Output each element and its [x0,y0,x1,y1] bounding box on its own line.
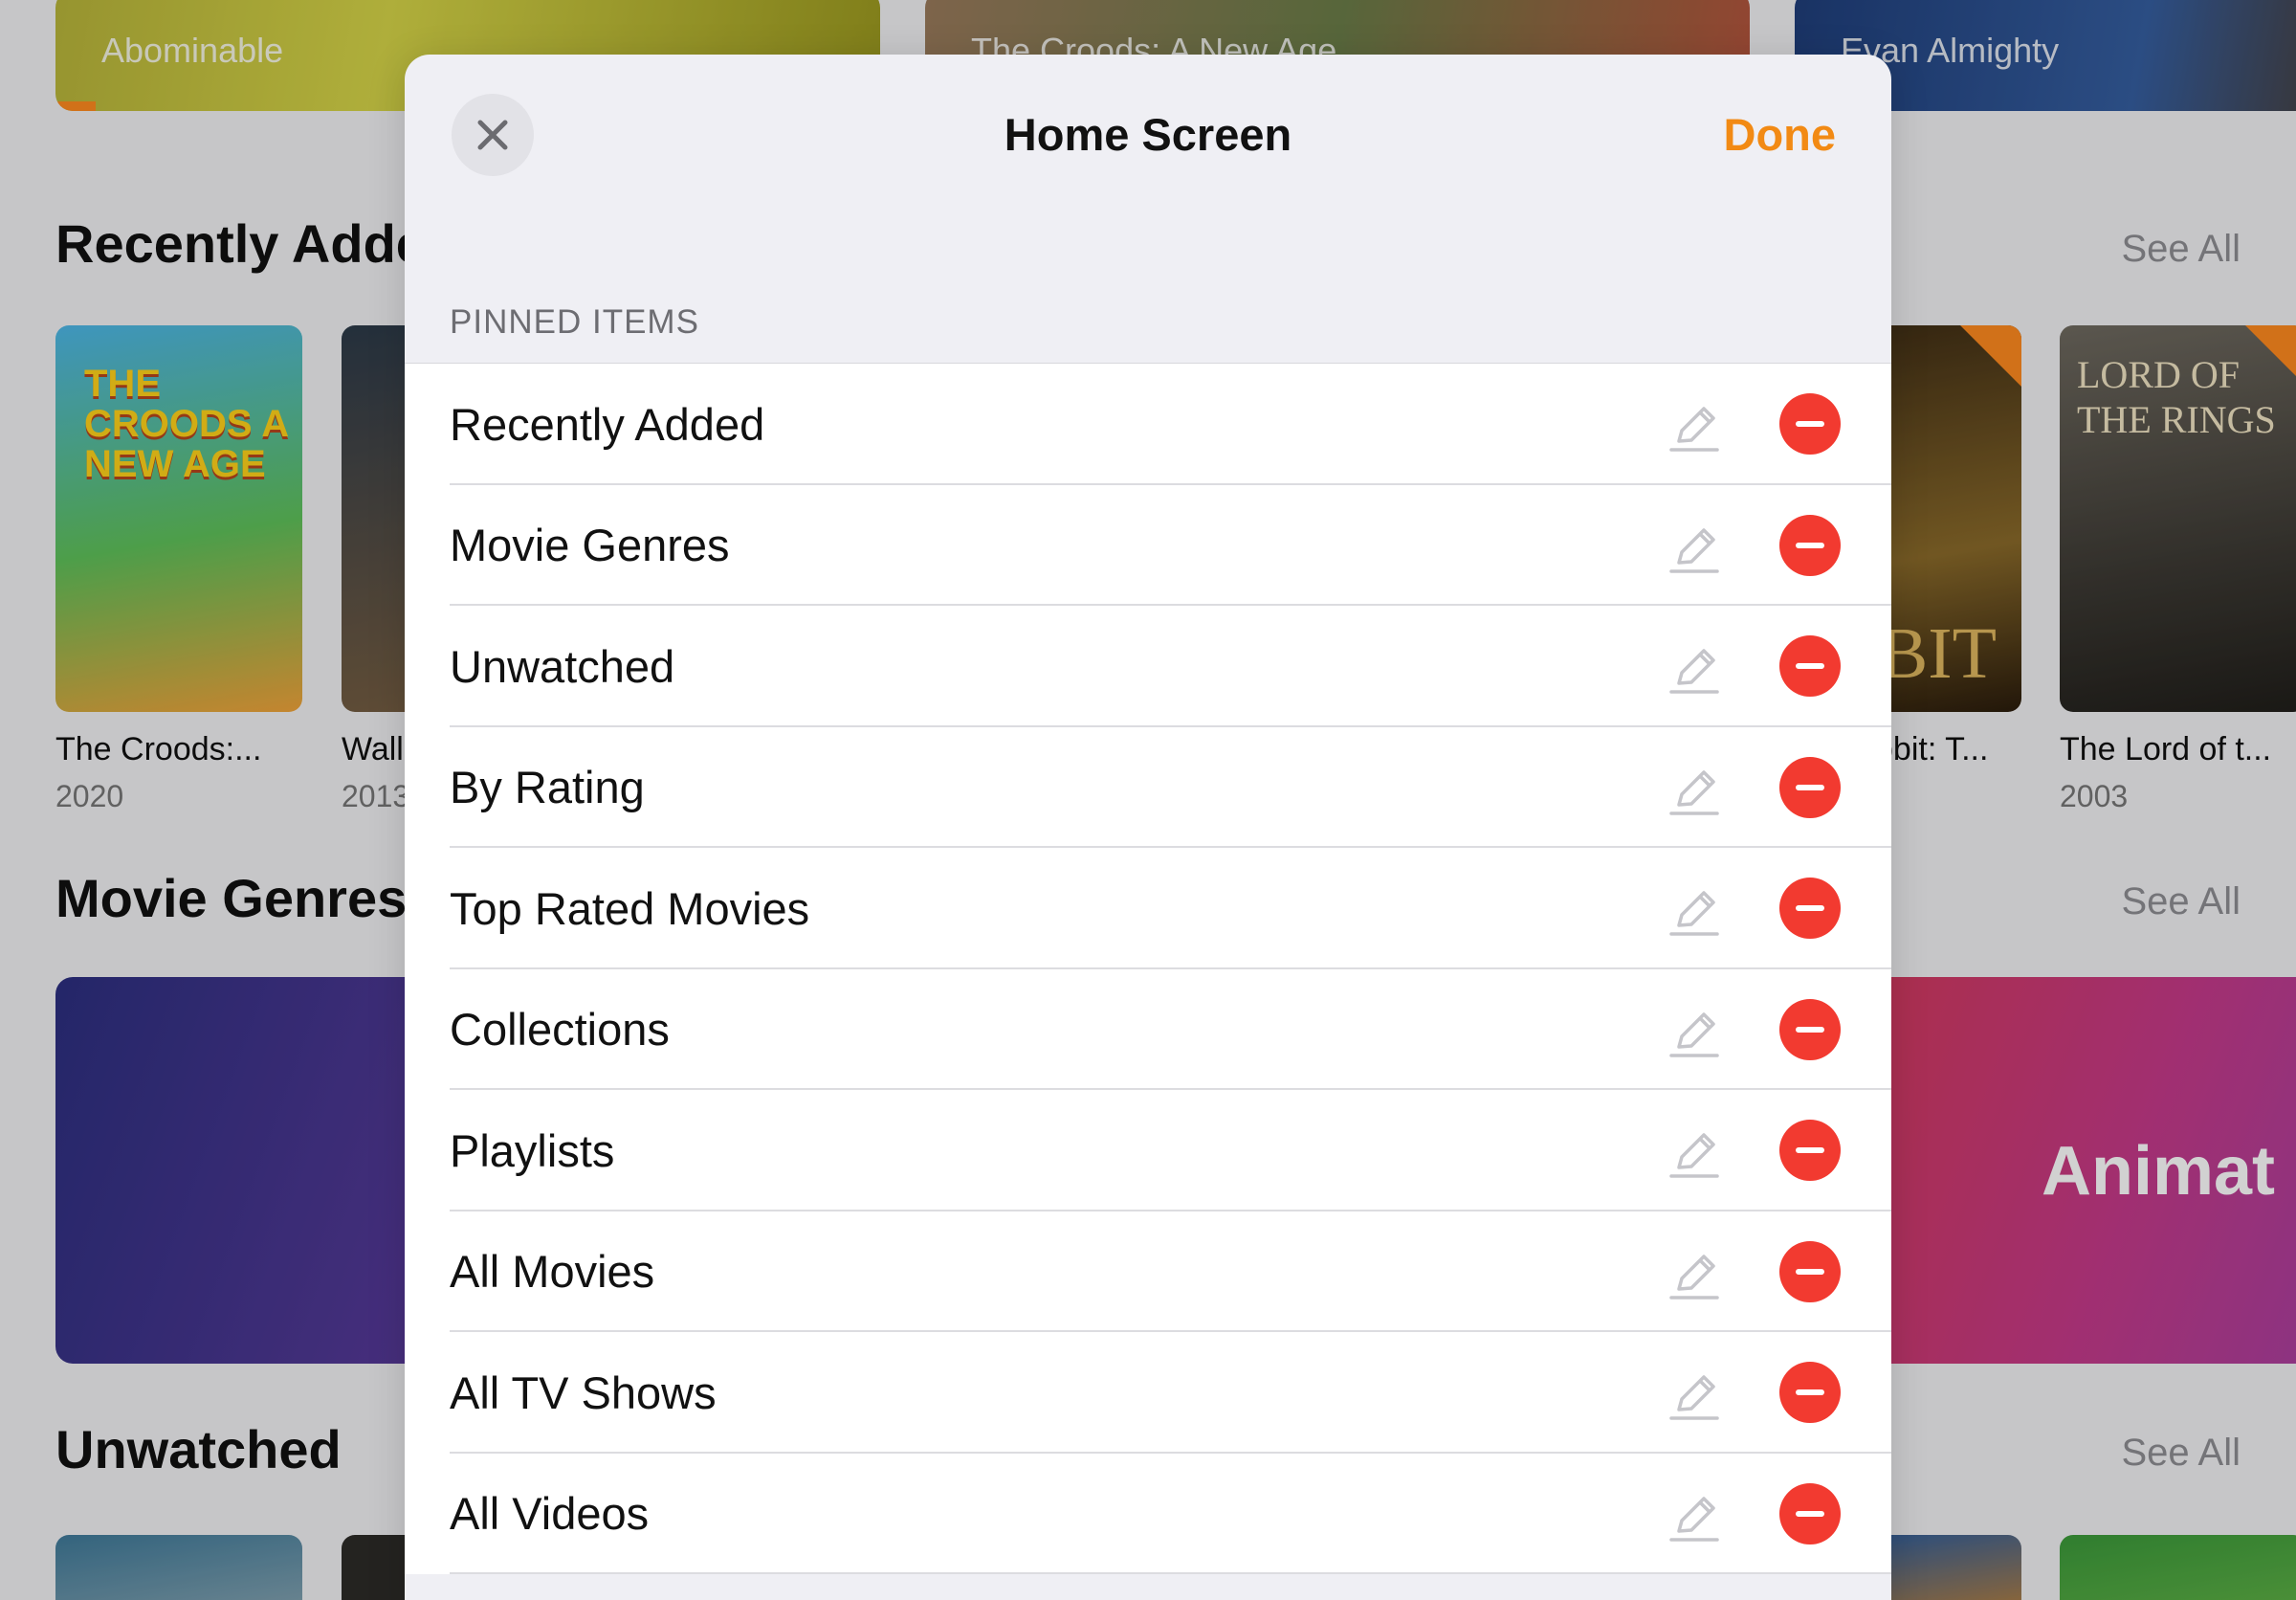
pinned-item-label: All Movies [450,1246,655,1298]
pencil-icon[interactable] [1666,883,1723,941]
remove-button[interactable] [1779,635,1841,697]
pinned-item-label: By Rating [450,762,645,813]
pinned-item-row[interactable]: All Movies [405,1211,1891,1333]
remove-button[interactable] [1779,998,1841,1060]
pinned-item-label: Collections [450,1004,670,1056]
pinned-item-row[interactable]: Playlists [405,1090,1891,1211]
pencil-icon[interactable] [1666,1247,1723,1304]
pinned-item-row[interactable]: Unwatched [405,606,1891,727]
remove-button[interactable] [1779,1240,1841,1302]
remove-button[interactable] [1779,878,1841,939]
pinned-item-label: Unwatched [450,640,675,692]
pencil-icon[interactable] [1666,1125,1723,1183]
done-button[interactable]: Done [1724,108,1837,161]
pinned-item-label: All TV Shows [450,1367,717,1418]
pencil-icon[interactable] [1666,1489,1723,1546]
pencil-icon[interactable] [1666,763,1723,820]
pencil-icon[interactable] [1666,641,1723,699]
pinned-item-label: Playlists [450,1124,615,1176]
pinned-item-row[interactable]: Top Rated Movies [405,848,1891,969]
pinned-item-label: All Videos [450,1488,650,1540]
remove-button[interactable] [1779,514,1841,576]
home-screen-sheet: Home Screen Done PINNED ITEMS Recently A… [405,55,1891,1600]
pencil-icon[interactable] [1666,1005,1723,1062]
pinned-items-list: Recently Added Movie Genres Unwatched By Ra… [405,363,1891,1574]
remove-button[interactable] [1779,1362,1841,1423]
pencil-icon[interactable] [1666,399,1723,456]
pinned-item-row[interactable]: Recently Added [405,364,1891,485]
pinned-item-row[interactable]: By Rating [405,727,1891,849]
pinned-item-label: Recently Added [450,398,765,450]
pencil-icon[interactable] [1666,1367,1723,1425]
pinned-item-row[interactable]: Movie Genres [405,485,1891,607]
remove-button[interactable] [1779,1482,1841,1544]
remove-button[interactable] [1779,1120,1841,1181]
section-header: PINNED ITEMS [450,303,699,341]
pinned-item-label: Movie Genres [450,520,730,571]
sheet-title: Home Screen [1004,109,1292,160]
remove-button[interactable] [1779,756,1841,818]
pinned-item-row[interactable]: Collections [405,969,1891,1091]
pinned-item-label: Top Rated Movies [450,882,810,934]
pinned-item-row[interactable]: All Videos [405,1454,1891,1575]
sheet-header: Home Screen Done [405,55,1891,217]
pinned-item-row[interactable]: All TV Shows [405,1332,1891,1454]
remove-button[interactable] [1779,393,1841,455]
pencil-icon[interactable] [1666,521,1723,578]
